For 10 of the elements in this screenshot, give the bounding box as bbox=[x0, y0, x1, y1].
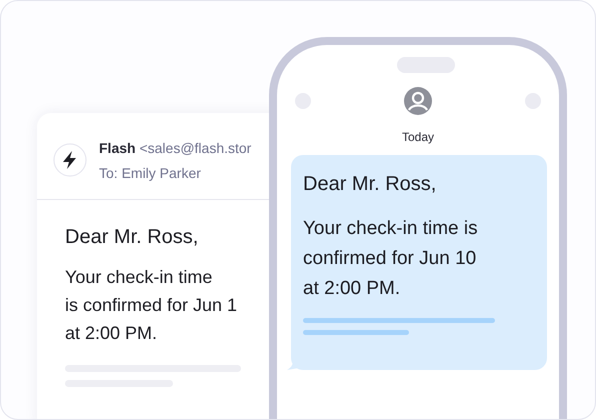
date-label: Today bbox=[402, 130, 434, 144]
lightning-logo-icon bbox=[53, 143, 87, 177]
sender-address: <sales@flash.stor bbox=[139, 140, 252, 156]
email-greeting: Dear Mr. Ross, bbox=[65, 226, 200, 249]
sender-name: Flash bbox=[99, 140, 136, 156]
recipient: To: Emily Parker bbox=[99, 164, 202, 180]
message-greeting: Dear Mr. Ross, bbox=[303, 173, 438, 196]
email-body-text: Your check-in time is confirmed for Jun 1 at 2:00 PM. bbox=[65, 266, 238, 345]
avatar-icon bbox=[404, 87, 432, 115]
message-text: Your check-in time is confirmed for Jun 10 at 2:00 PM. bbox=[303, 217, 479, 301]
